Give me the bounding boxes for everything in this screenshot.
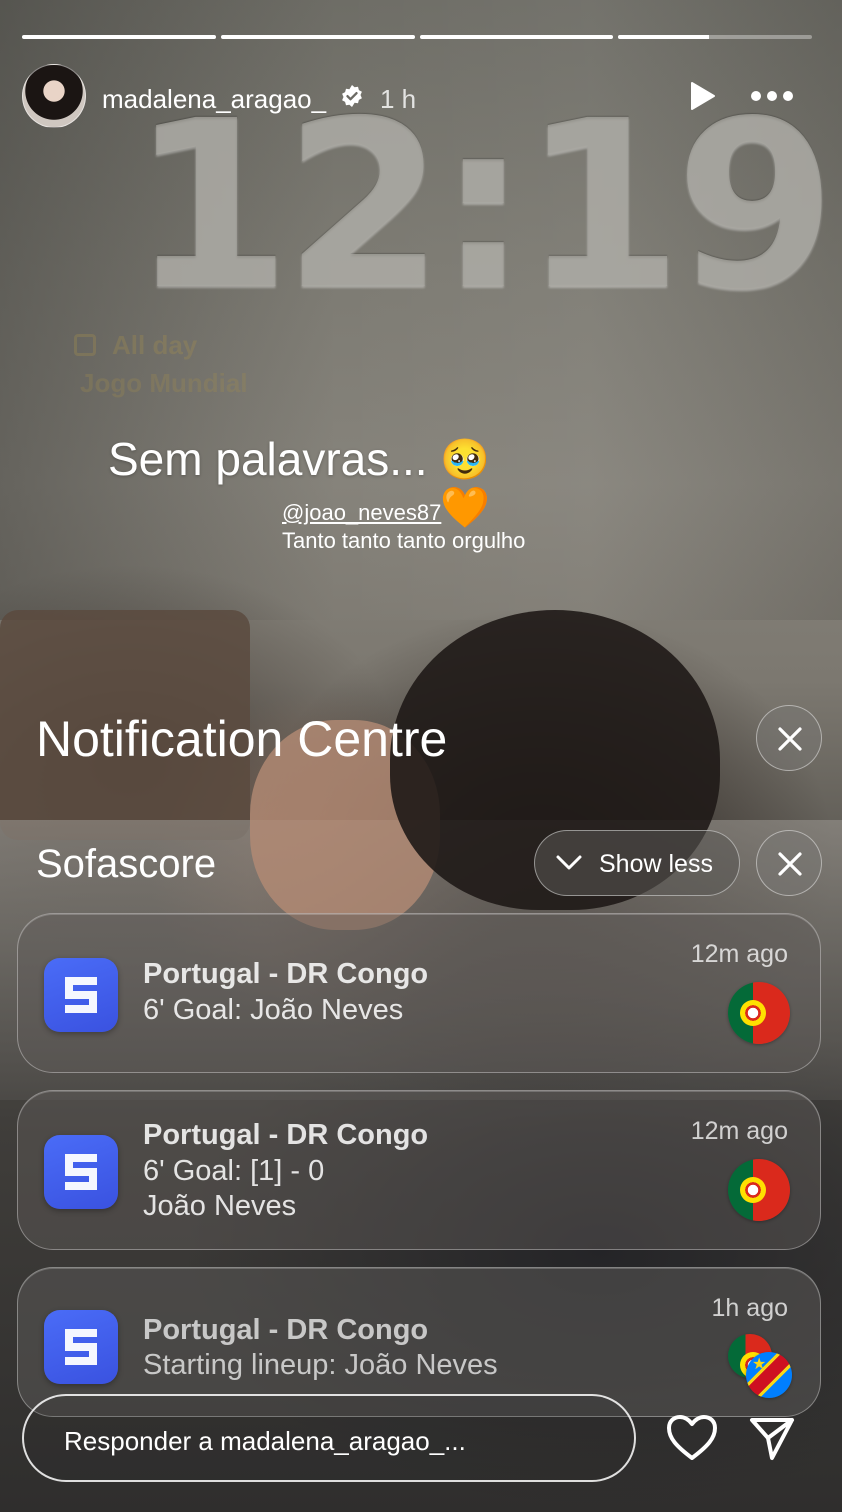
close-icon	[778, 727, 802, 751]
story-viewer[interactable]: madalena_aragao_ 1 h 12:19 All day Jogo …	[0, 0, 842, 1512]
notification-centre-title: Notification Centre	[36, 711, 448, 767]
notification-time: 1h ago	[711, 1294, 788, 1322]
notification-time: 12m ago	[690, 1117, 788, 1145]
progress-segment	[22, 35, 216, 39]
send-icon[interactable]	[748, 1414, 796, 1462]
notification-body: Starting lineup: João Neves	[143, 1349, 498, 1381]
show-less-button[interactable]: Show less	[534, 830, 740, 896]
notification-card[interactable]: Portugal - DR Congo 6' Goal: [1] - 0 Joã…	[17, 1090, 821, 1250]
notification-group-close-button[interactable]	[756, 830, 822, 896]
lockscreen-clock: 12:19	[130, 71, 836, 341]
close-icon	[778, 852, 802, 876]
story-subcaption: Tanto tanto tanto orgulho	[282, 528, 526, 553]
reply-input[interactable]: Responder a madalena_aragao_...	[22, 1394, 636, 1482]
show-less-label: Show less	[599, 850, 713, 878]
chevron-down-icon	[556, 855, 582, 870]
reply-placeholder: Responder a madalena_aragao_...	[64, 1426, 466, 1456]
story-caption: Sem palavras...	[108, 433, 428, 485]
notification-time: 12m ago	[690, 940, 788, 968]
progress-segment	[419, 35, 614, 39]
heart-icon[interactable]	[666, 1414, 718, 1462]
avatar[interactable]	[22, 64, 86, 128]
notification-group-title: Sofascore	[36, 842, 217, 886]
story-progress	[22, 35, 812, 39]
notification-body-line2: João Neves	[143, 1190, 297, 1222]
notification-body: 6' Goal: João Neves	[143, 994, 404, 1026]
sofascore-app-icon	[44, 1135, 118, 1209]
notification-title: Portugal - DR Congo	[143, 1119, 429, 1151]
widget-all-day: All day	[112, 330, 198, 360]
dr-congo-flag-icon	[746, 1352, 792, 1398]
sofascore-app-icon	[44, 1310, 118, 1384]
notification-title: Portugal - DR Congo	[143, 1314, 429, 1346]
notification-card[interactable]: Portugal - DR Congo 6' Goal: João Neves …	[17, 913, 821, 1073]
notification-title: Portugal - DR Congo	[143, 958, 429, 990]
portugal-flag-icon	[728, 1159, 790, 1221]
progress-segment	[618, 35, 812, 39]
mention-link[interactable]: @joao_neves87	[282, 500, 441, 526]
progress-segment	[220, 35, 415, 39]
calendar-icon	[74, 334, 96, 356]
widget-event: Jogo Mundial	[80, 368, 248, 398]
portugal-flag-icon	[728, 982, 790, 1044]
sofascore-app-icon	[44, 958, 118, 1032]
notification-centre-close-button[interactable]	[756, 705, 822, 771]
caption-emoji: 🥹🧡	[440, 438, 490, 530]
notification-body: 6' Goal: [1] - 0	[143, 1155, 325, 1187]
